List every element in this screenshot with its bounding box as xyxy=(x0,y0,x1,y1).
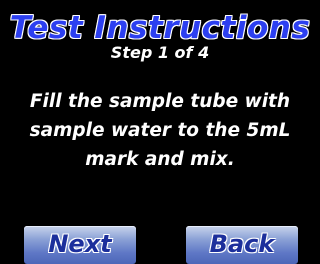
back-button[interactable]: Back xyxy=(186,226,298,264)
instruction-screen: Test Instructions Step 1 of 4 Fill the s… xyxy=(0,0,320,264)
step-indicator: Step 1 of 4 xyxy=(110,43,210,62)
instruction-text: Fill the sample tube with sample water t… xyxy=(29,91,291,170)
page-title: Test Instructions xyxy=(9,10,311,46)
next-button[interactable]: Next xyxy=(24,226,136,264)
